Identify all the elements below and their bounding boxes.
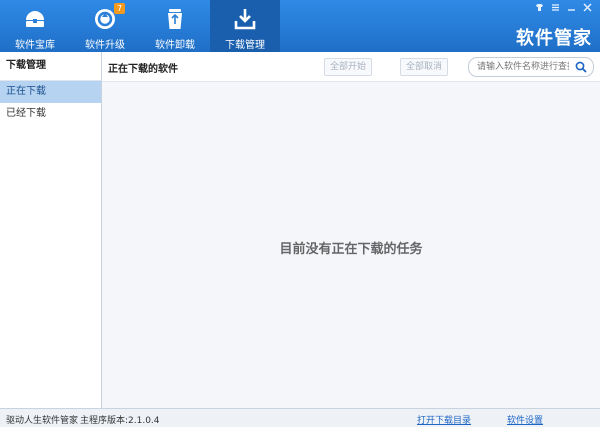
tab-software-library[interactable]: 软件宝库 bbox=[0, 0, 70, 52]
sidebar-item-downloaded[interactable]: 已经下载 bbox=[0, 103, 101, 125]
tab-label: 软件升级 bbox=[85, 40, 125, 51]
tab-label: 软件宝库 bbox=[15, 40, 55, 51]
window-controls bbox=[535, 3, 592, 12]
software-settings-link[interactable]: 软件设置 bbox=[507, 413, 543, 426]
tab-label: 下载管理 bbox=[225, 40, 265, 51]
update-count-badge: 7 bbox=[114, 3, 125, 14]
tab-download-manager[interactable]: 下载管理 bbox=[210, 0, 280, 52]
version-text: 主程序版本:2.1.0.4 bbox=[80, 416, 160, 426]
sidebar-title: 下载管理 bbox=[0, 52, 101, 81]
empty-state-message: 目前没有正在下载的任务 bbox=[279, 242, 423, 257]
search-icon[interactable] bbox=[575, 61, 587, 73]
sidebar: 下载管理 正在下载 已经下载 bbox=[0, 52, 102, 408]
menu-icon[interactable] bbox=[551, 3, 560, 12]
app-name-text: 驱动人生软件管家 bbox=[6, 416, 79, 426]
tab-software-uninstall[interactable]: 软件卸载 bbox=[140, 0, 210, 52]
open-download-folder-link[interactable]: 打开下载目录 bbox=[417, 413, 471, 426]
header-bar: 软件宝库 7 软件升级 软件卸载 下载管理 软件管家 bbox=[0, 0, 600, 52]
toolbar: 正在下载的软件 全部开始 全部取消 bbox=[102, 52, 600, 82]
main-nav: 软件宝库 7 软件升级 软件卸载 下载管理 bbox=[0, 0, 280, 52]
search-input[interactable] bbox=[477, 60, 569, 74]
recycle-bin-icon bbox=[162, 6, 188, 32]
status-bar: 驱动人生软件管家 主程序版本:2.1.0.4 打开下载目录 软件设置 bbox=[0, 408, 600, 427]
brand-title: 软件管家 bbox=[516, 28, 592, 49]
section-title: 正在下载的软件 bbox=[108, 64, 178, 75]
sidebar-item-downloading[interactable]: 正在下载 bbox=[0, 81, 101, 103]
minimize-icon[interactable] bbox=[567, 3, 576, 12]
app-window: 软件宝库 7 软件升级 软件卸载 下载管理 软件管家 下载管理 正在下载 已经下… bbox=[0, 0, 600, 427]
skin-icon[interactable] bbox=[535, 3, 544, 12]
tab-software-upgrade[interactable]: 7 软件升级 bbox=[70, 0, 140, 52]
main-content: 正在下载的软件 全部开始 全部取消 目前没有正在下载的任务 bbox=[102, 52, 600, 408]
cancel-all-button[interactable]: 全部取消 bbox=[400, 58, 448, 76]
close-icon[interactable] bbox=[583, 3, 592, 12]
search-box bbox=[468, 57, 594, 77]
download-icon bbox=[232, 6, 258, 32]
start-all-button[interactable]: 全部开始 bbox=[324, 58, 372, 76]
treasure-box-icon bbox=[22, 6, 48, 32]
tab-label: 软件卸载 bbox=[155, 40, 195, 51]
